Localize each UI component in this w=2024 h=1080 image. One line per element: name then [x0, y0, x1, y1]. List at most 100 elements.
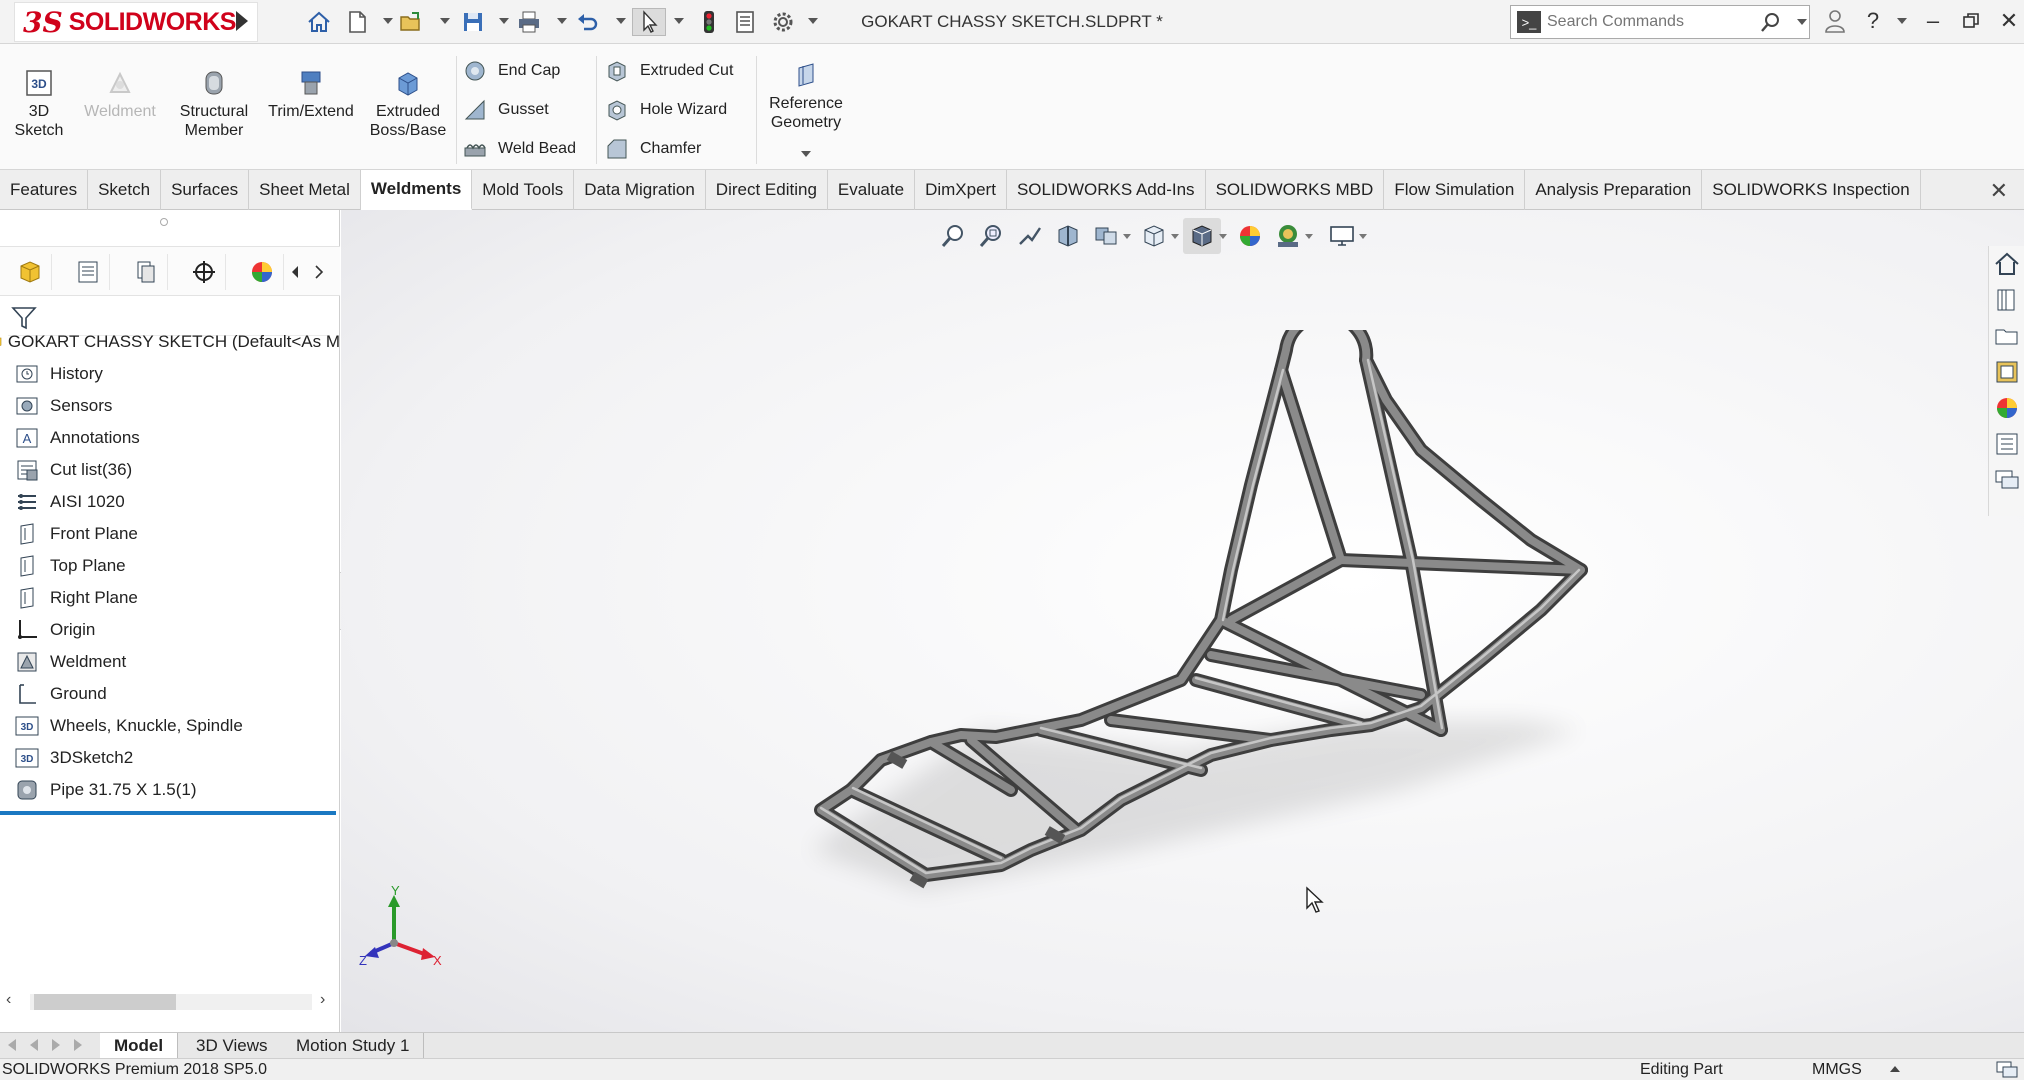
- search-commands-box[interactable]: >_: [1510, 5, 1810, 39]
- solidworks-logo[interactable]: 3S SOLIDWORKS: [14, 2, 258, 42]
- tab-solidworks-mbd[interactable]: SOLIDWORKS MBD: [1206, 170, 1385, 210]
- tree-item-sensors[interactable]: Sensors: [14, 390, 112, 422]
- gusset-button[interactable]: Gusset: [462, 97, 549, 123]
- undo-icon[interactable]: [574, 8, 600, 36]
- extruded-cut-button[interactable]: Extruded Cut: [604, 58, 733, 84]
- tab-features[interactable]: Features: [0, 170, 89, 210]
- open-folder-icon[interactable]: [398, 8, 424, 36]
- tree-item-pipe[interactable]: Pipe 31.75 X 1.5(1): [14, 774, 196, 806]
- tab-mold-tools[interactable]: Mold Tools: [472, 170, 575, 210]
- view-settings-icon[interactable]: [1323, 218, 1361, 254]
- design-library-icon[interactable]: [1993, 286, 2021, 314]
- save-dropdown-icon[interactable]: [499, 18, 509, 24]
- scene-dropdown-icon[interactable]: [1305, 233, 1313, 239]
- reference-geometry-button[interactable]: Reference Geometry: [764, 60, 848, 132]
- dimxpert-manager-tab[interactable]: [182, 254, 226, 290]
- print-dropdown-icon[interactable]: [557, 18, 567, 24]
- panel-horizontal-scrollbar[interactable]: ‹ ›: [0, 990, 340, 1012]
- reference-geometry-dropdown-icon[interactable]: [801, 151, 811, 157]
- tree-item-history[interactable]: History: [14, 358, 103, 390]
- search-input[interactable]: [1547, 13, 1757, 31]
- display-manager-tab[interactable]: [240, 254, 284, 290]
- hole-wizard-button[interactable]: Hole Wizard: [604, 97, 727, 123]
- solidworks-resources-icon[interactable]: [1993, 250, 2021, 278]
- view-palette-icon[interactable]: [1993, 358, 2021, 386]
- display-style-dropdown-icon[interactable]: [1219, 233, 1227, 239]
- trim-extend-button[interactable]: Trim/Extend: [264, 68, 358, 121]
- tree-item-3dsketch2[interactable]: 3D 3DSketch2: [14, 742, 133, 774]
- select-pointer-icon[interactable]: [632, 8, 666, 36]
- appearances-scenes-icon[interactable]: [1993, 394, 2021, 422]
- search-icon[interactable]: [1759, 10, 1783, 39]
- zoom-to-fit-icon[interactable]: [935, 218, 973, 254]
- tree-item-material[interactable]: AISI 1020: [14, 486, 125, 518]
- tab-surfaces[interactable]: Surfaces: [161, 170, 250, 210]
- solidworks-forum-icon[interactable]: [1993, 466, 2021, 494]
- help-icon[interactable]: ?: [1858, 6, 1888, 36]
- tab-data-migration[interactable]: Data Migration: [574, 170, 706, 210]
- tab-sheet-metal[interactable]: Sheet Metal: [249, 170, 361, 210]
- feature-manager-tab[interactable]: [8, 254, 52, 290]
- view-settings-dropdown-icon[interactable]: [1359, 233, 1367, 239]
- panel-tab-prev-icon[interactable]: [284, 254, 306, 290]
- tab-direct-editing[interactable]: Direct Editing: [706, 170, 828, 210]
- extruded-boss-base-button[interactable]: Extruded Boss/Base: [368, 68, 448, 140]
- save-icon[interactable]: [460, 8, 486, 36]
- tab-evaluate[interactable]: Evaluate: [828, 170, 916, 210]
- zoom-to-area-icon[interactable]: [973, 218, 1011, 254]
- rebuild-traffic-light-icon[interactable]: [696, 8, 722, 36]
- tree-item-origin[interactable]: Origin: [14, 614, 95, 646]
- previous-view-icon[interactable]: [1011, 218, 1049, 254]
- tab-weldments[interactable]: Weldments: [360, 170, 473, 210]
- print-icon[interactable]: [516, 8, 542, 36]
- end-cap-button[interactable]: End Cap: [462, 58, 560, 84]
- orientation-dropdown-icon[interactable]: [1171, 233, 1179, 239]
- section-view-icon[interactable]: [1049, 218, 1087, 254]
- scroll-right-icon[interactable]: ›: [320, 991, 325, 1009]
- menu-expand-arrow-icon[interactable]: [236, 11, 248, 31]
- close-tabs-icon[interactable]: ✕: [1990, 178, 2008, 204]
- unit-system-caret-icon[interactable]: [1890, 1066, 1900, 1072]
- display-style-icon[interactable]: [1183, 218, 1221, 254]
- tab-sketch[interactable]: Sketch: [88, 170, 162, 210]
- tree-root-part[interactable]: GOKART CHASSY SKETCH (Default<As M: [0, 326, 340, 358]
- tab-solidworks-inspection[interactable]: SOLIDWORKS Inspection: [1702, 170, 1921, 210]
- previous-tab-icon[interactable]: [30, 1039, 38, 1051]
- panel-tab-next-icon[interactable]: [308, 254, 330, 290]
- tab-motion-study-1[interactable]: Motion Study 1: [282, 1033, 425, 1059]
- tree-item-cut-list[interactable]: Cut list(36): [14, 454, 132, 486]
- first-tab-icon[interactable]: [8, 1039, 16, 1051]
- tree-item-ground[interactable]: Ground: [14, 678, 107, 710]
- tree-item-front-plane[interactable]: Front Plane: [14, 518, 138, 550]
- tree-item-weldment[interactable]: Weldment: [14, 646, 126, 678]
- tab-flow-simulation[interactable]: Flow Simulation: [1384, 170, 1526, 210]
- weldment-button[interactable]: Weldment: [78, 68, 162, 121]
- options-dropdown-icon[interactable]: [808, 18, 818, 24]
- scroll-thumb[interactable]: [34, 994, 176, 1010]
- help-dropdown-icon[interactable]: [1897, 18, 1907, 24]
- property-manager-tab[interactable]: [66, 254, 110, 290]
- tree-rollback-bar[interactable]: [0, 811, 336, 815]
- file-explorer-icon[interactable]: [1993, 322, 2021, 350]
- user-account-icon[interactable]: [1820, 6, 1850, 36]
- view-dropdown-icon[interactable]: [1123, 233, 1131, 239]
- last-tab-icon[interactable]: [74, 1039, 82, 1051]
- comments-icon[interactable]: [1996, 1061, 2018, 1080]
- graphics-area[interactable]: Y X Z: [341, 210, 2024, 1032]
- configuration-manager-tab[interactable]: [124, 254, 168, 290]
- edit-appearance-icon[interactable]: [1231, 218, 1269, 254]
- options-gear-icon[interactable]: [770, 8, 796, 36]
- minimize-icon[interactable]: –: [1918, 6, 1948, 36]
- tree-item-annotations[interactable]: A Annotations: [14, 422, 140, 454]
- weld-bead-button[interactable]: Weld Bead: [462, 136, 576, 162]
- scroll-left-icon[interactable]: ‹: [6, 991, 11, 1009]
- file-properties-icon[interactable]: [732, 8, 758, 36]
- next-tab-icon[interactable]: [52, 1039, 60, 1051]
- new-document-icon[interactable]: [344, 8, 370, 36]
- search-dropdown-icon[interactable]: [1797, 19, 1807, 25]
- chamfer-button[interactable]: Chamfer: [604, 136, 701, 162]
- tab-solidworks-add-ins[interactable]: SOLIDWORKS Add-Ins: [1007, 170, 1206, 210]
- apply-scene-icon[interactable]: [1269, 218, 1307, 254]
- structural-member-button[interactable]: Structural Member: [174, 68, 254, 140]
- restore-window-icon[interactable]: [1956, 6, 1986, 36]
